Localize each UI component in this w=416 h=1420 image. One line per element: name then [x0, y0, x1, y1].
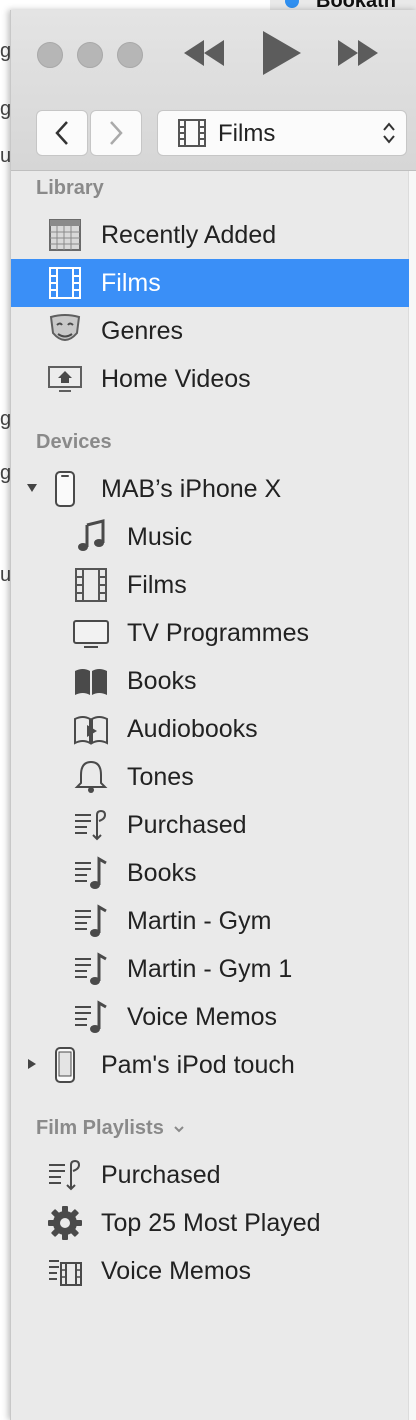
device-item-label: Voice Memos [127, 1003, 278, 1031]
device-item-books[interactable]: Books [11, 657, 409, 705]
device-item-tones[interactable]: Tones [11, 753, 409, 801]
sidebar-item-label: Films [101, 269, 161, 297]
close-window-button[interactable] [37, 42, 63, 68]
sidebar-item-recently-added[interactable]: Recently Added [11, 211, 409, 259]
video-playlist-icon [49, 1260, 82, 1286]
device-item-label: Music [127, 523, 193, 551]
playlist-icon [75, 952, 107, 985]
rewind-icon [184, 40, 224, 66]
chevron-right-icon [110, 121, 123, 145]
toolbar: Films [11, 10, 416, 171]
playlist-icon [75, 904, 107, 937]
device-item-label: TV Programmes [127, 619, 309, 647]
disclosure-triangle-down-icon[interactable] [25, 481, 39, 495]
purchased-playlist-icon [49, 1159, 81, 1191]
device-item-label: Audiobooks [127, 715, 258, 743]
gear-icon [48, 1206, 82, 1240]
playlist-item-label: Top 25 Most Played [101, 1209, 321, 1237]
playlist-item-top-25[interactable]: Top 25 Most Played [11, 1199, 409, 1247]
device-item-books-playlist[interactable]: Books [11, 849, 409, 897]
device-iphone[interactable]: MAB’s iPhone X [11, 465, 409, 513]
sidebar-item-label: Home Videos [101, 365, 251, 393]
sidebar-item-label: Recently Added [101, 221, 277, 249]
playlist-item-label: Voice Memos [101, 1257, 252, 1285]
device-item-martin-gym-1[interactable]: Martin - Gym 1 [11, 945, 409, 993]
disclosure-triangle-right-icon[interactable] [25, 1057, 39, 1071]
film-icon [178, 119, 206, 147]
media-kind-selector[interactable]: Films [157, 110, 407, 156]
device-item-label: Books [127, 859, 197, 887]
device-item-voice-memos[interactable]: Voice Memos [11, 993, 409, 1041]
minimize-window-button[interactable] [77, 42, 103, 68]
playlist-item-label: Purchased [101, 1161, 221, 1189]
play-icon [263, 31, 301, 75]
music-note-icon [78, 519, 105, 551]
playlist-icon [75, 1000, 107, 1033]
back-button[interactable] [36, 110, 88, 156]
bell-icon [74, 760, 108, 793]
playlist-item-purchased[interactable]: Purchased [11, 1151, 409, 1199]
sidebar-item-home-videos[interactable]: Home Videos [11, 355, 409, 403]
ipod-icon [55, 1047, 75, 1083]
device-item-martin-gym[interactable]: Martin - Gym [11, 897, 409, 945]
calendar-grid-icon [49, 219, 81, 251]
purchased-playlist-icon [75, 809, 107, 841]
playlist-icon [75, 856, 107, 889]
section-devices-title: Devices [36, 431, 112, 453]
sidebar-item-genres[interactable]: Genres [11, 307, 409, 355]
device-item-audiobooks[interactable]: Audiobooks [11, 705, 409, 753]
device-item-label: Martin - Gym 1 [127, 955, 293, 983]
chevron-down-icon [174, 1126, 185, 1133]
playlist-item-voice-memos[interactable]: Voice Memos [11, 1247, 409, 1295]
device-item-label: Purchased [127, 811, 247, 839]
chevron-left-icon [55, 121, 68, 145]
device-item-films[interactable]: Films [11, 561, 409, 609]
theatre-masks-icon [49, 314, 81, 341]
device-item-label: Books [127, 667, 197, 695]
forward-button[interactable] [90, 110, 142, 156]
zoom-window-button[interactable] [117, 42, 143, 68]
audiobook-icon [74, 716, 108, 745]
selector-label: Films [218, 120, 276, 147]
device-label: Pam's iPod touch [101, 1051, 295, 1079]
sidebar-item-films[interactable]: Films [11, 259, 409, 307]
sidebar-scroll-track[interactable] [408, 171, 416, 1420]
book-icon [75, 669, 107, 695]
device-item-purchased[interactable]: Purchased [11, 801, 409, 849]
device-ipod[interactable]: Pam's iPod touch [11, 1041, 409, 1089]
device-item-label: Films [127, 571, 187, 599]
sidebar-item-label: Genres [101, 317, 183, 345]
section-library-title: Library [36, 177, 104, 199]
iphone-icon [55, 471, 75, 507]
tv-icon [73, 620, 109, 648]
device-item-tv-programmes[interactable]: TV Programmes [11, 609, 409, 657]
section-title-text: Film Playlists [36, 1117, 164, 1139]
film-icon [49, 267, 81, 299]
fast-forward-icon [338, 40, 378, 66]
stepper-arrows-icon [383, 122, 395, 144]
device-label: MAB’s iPhone X [101, 475, 282, 503]
film-icon [75, 568, 107, 602]
device-item-music[interactable]: Music [11, 513, 409, 561]
itunes-window: Films Library Recently Added Films Genre… [10, 10, 416, 1420]
home-video-icon [48, 366, 82, 392]
rewind-button[interactable] [181, 28, 227, 78]
section-film-playlists-title[interactable]: Film Playlists [36, 1117, 185, 1140]
fast-forward-button[interactable] [335, 28, 381, 78]
device-item-label: Martin - Gym [127, 907, 272, 935]
device-item-label: Tones [127, 763, 194, 791]
play-button[interactable] [259, 28, 303, 78]
